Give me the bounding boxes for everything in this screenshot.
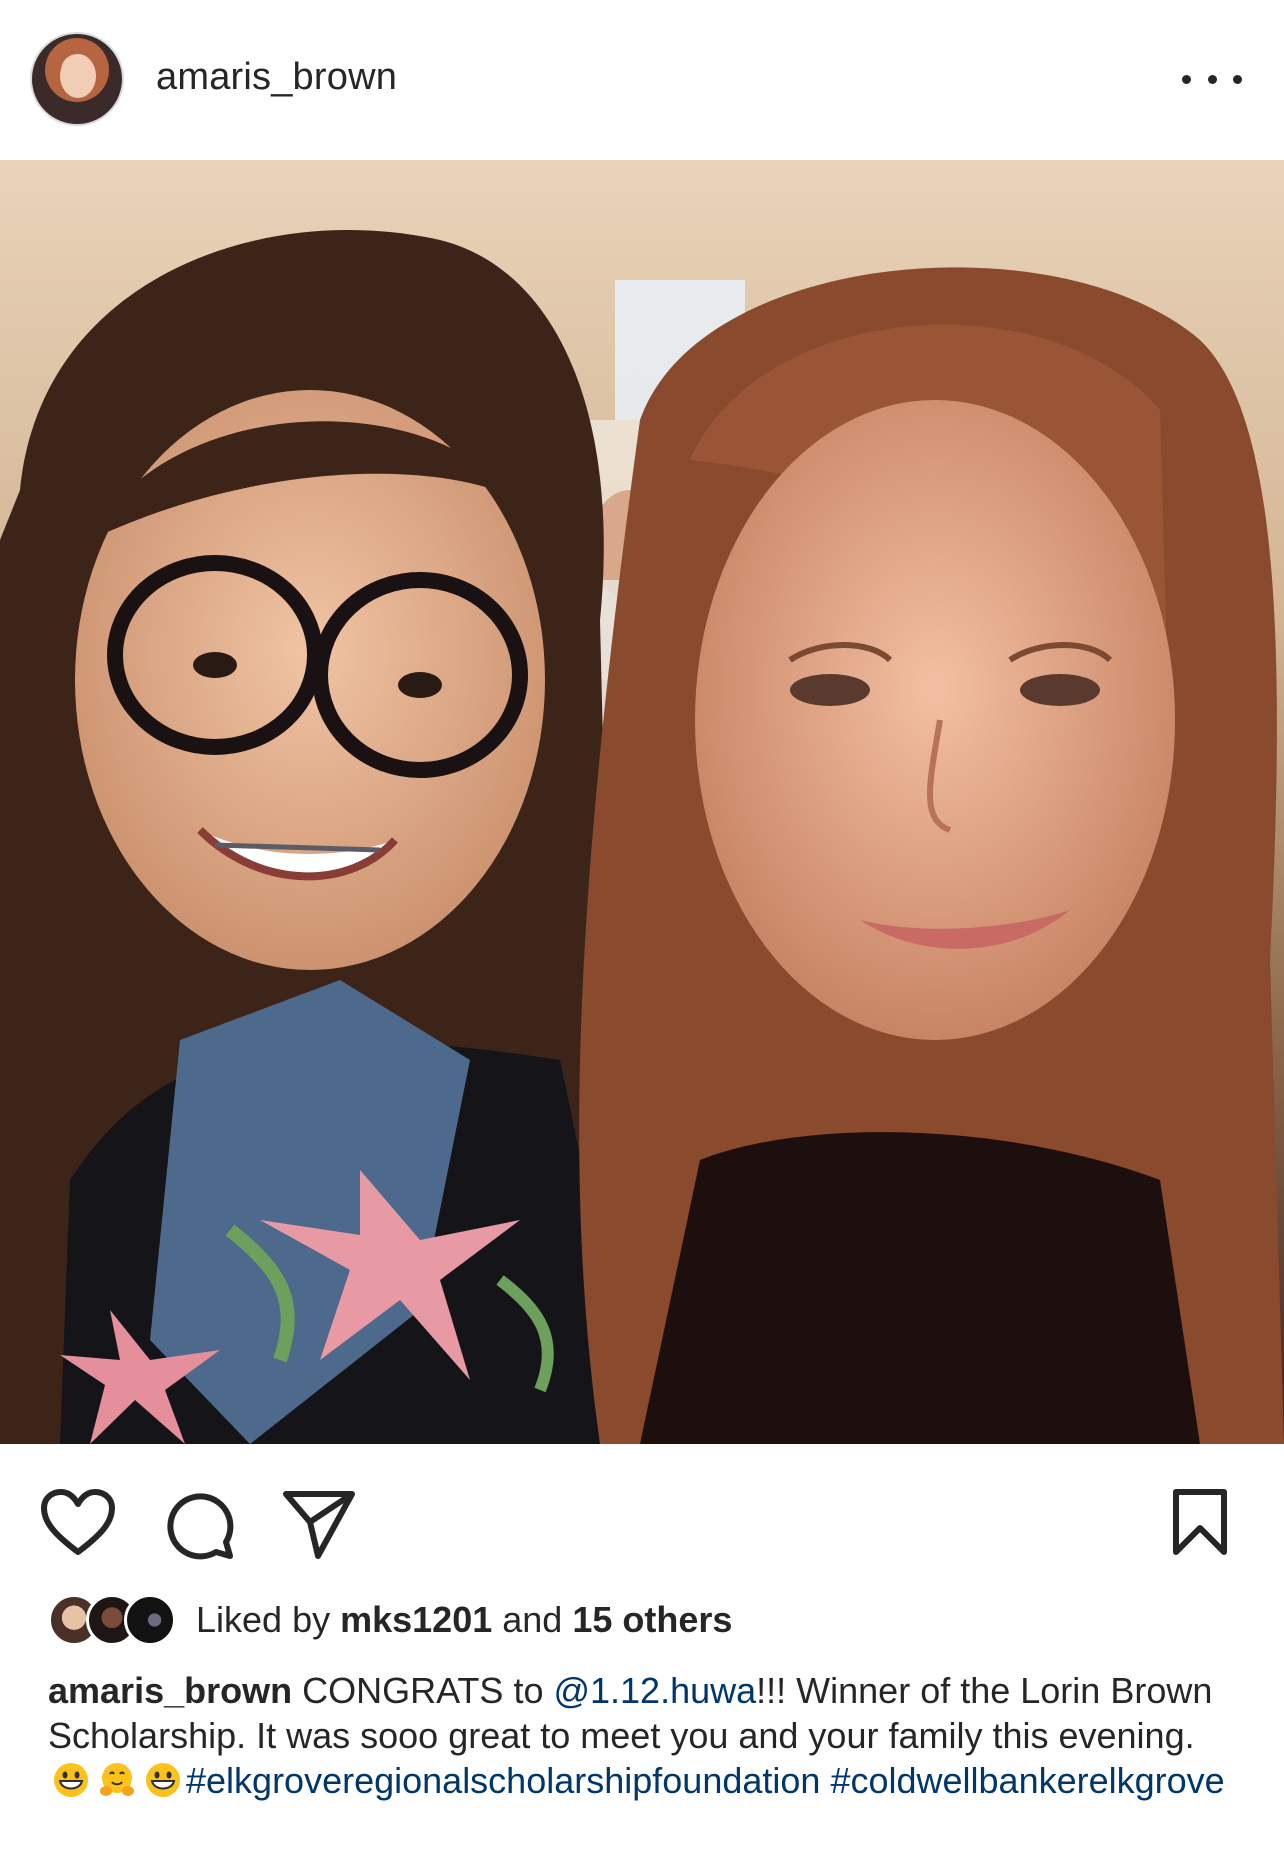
likes-text[interactable]: Liked by mks1201 and 15 others <box>196 1599 732 1641</box>
dot <box>1182 74 1191 84</box>
more-options-icon[interactable] <box>1182 62 1242 96</box>
hashtag-link[interactable]: #coldwellbankerelkgrove <box>830 1760 1224 1801</box>
post-caption: amaris_brown CONGRATS to @1.12.huwa!!! W… <box>48 1668 1248 1803</box>
grinning-face-icon <box>54 1763 88 1797</box>
action-bar <box>0 1444 1284 1574</box>
liker-avatar <box>124 1594 176 1646</box>
caption-text: CONGRATS to <box>292 1670 554 1711</box>
bookmark-icon[interactable] <box>1170 1488 1230 1556</box>
grinning-face-icon <box>146 1763 180 1797</box>
post-photo[interactable] <box>0 160 1284 1444</box>
likes-prefix: Liked by <box>196 1599 341 1640</box>
comment-icon[interactable] <box>164 1488 236 1560</box>
liker-avatars[interactable] <box>48 1594 182 1646</box>
post-header: amaris_brown <box>0 0 1284 160</box>
dot <box>1233 74 1242 84</box>
post-username[interactable]: amaris_brown <box>156 56 397 99</box>
caption-username[interactable]: amaris_brown <box>48 1670 292 1711</box>
hugging-face-icon <box>100 1763 134 1796</box>
dot <box>1207 74 1217 84</box>
avatar-face <box>60 54 96 98</box>
liker-username[interactable]: mks1201 <box>340 1599 492 1640</box>
hashtag-link[interactable]: #elkgroveregionalscholarshipfoundation <box>186 1760 820 1801</box>
caption-mention[interactable]: @1.12.huwa <box>553 1670 756 1711</box>
photo-illustration <box>0 160 1284 1444</box>
paper-plane-icon[interactable] <box>282 1488 356 1560</box>
user-avatar[interactable] <box>30 32 124 126</box>
likes-middle: and <box>492 1599 573 1640</box>
heart-icon[interactable] <box>40 1488 116 1556</box>
likes-row: Liked by mks1201 and 15 others <box>48 1592 732 1648</box>
likes-others[interactable]: 15 others <box>572 1599 732 1640</box>
